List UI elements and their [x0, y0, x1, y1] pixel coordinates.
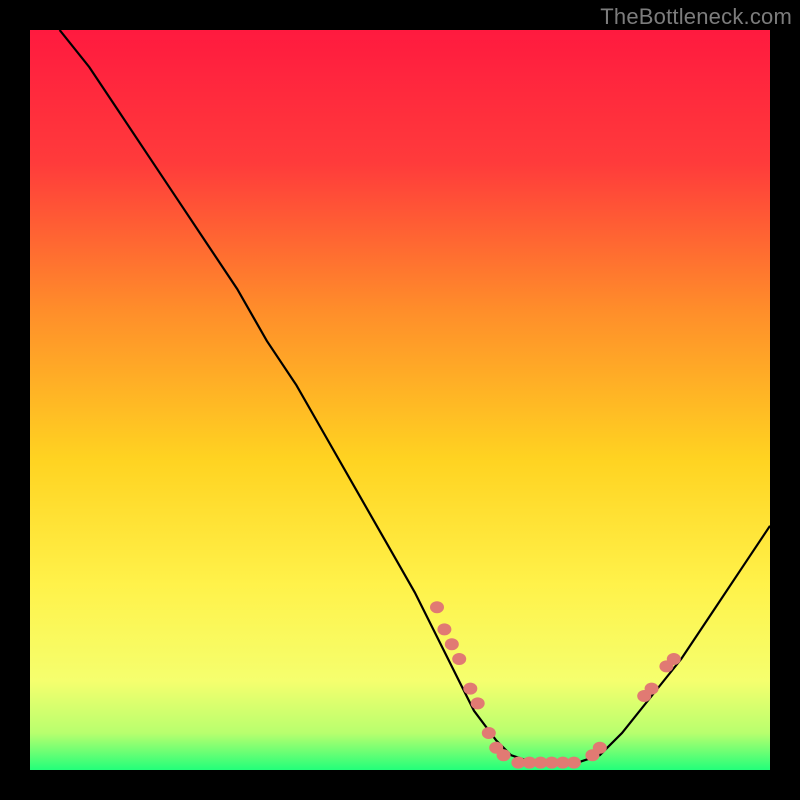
- curve-marker: [445, 638, 459, 650]
- curve-marker: [497, 749, 511, 761]
- curve-marker: [667, 653, 681, 665]
- chart-frame: TheBottleneck.com: [0, 0, 800, 800]
- bottleneck-chart: [30, 30, 770, 770]
- curve-marker: [645, 683, 659, 695]
- curve-marker: [437, 623, 451, 635]
- gradient-background: [30, 30, 770, 770]
- curve-marker: [482, 727, 496, 739]
- attribution-label: TheBottleneck.com: [600, 4, 792, 30]
- curve-marker: [471, 697, 485, 709]
- plot-area: [30, 30, 770, 770]
- curve-marker: [430, 601, 444, 613]
- curve-marker: [463, 683, 477, 695]
- curve-marker: [452, 653, 466, 665]
- curve-marker: [567, 757, 581, 769]
- curve-marker: [593, 742, 607, 754]
